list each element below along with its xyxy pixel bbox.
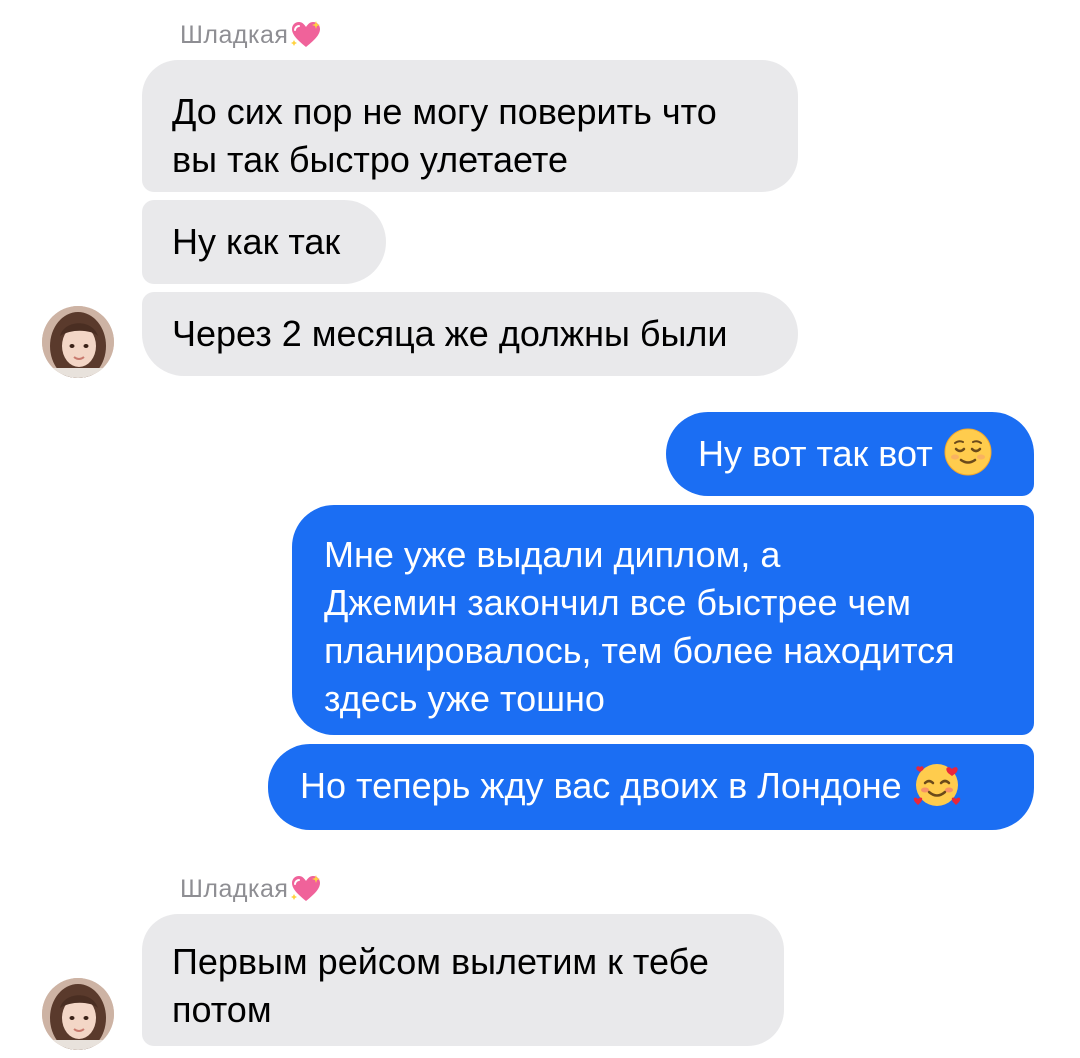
message-line: Первым рейсом вылетим к тебе [172,941,709,982]
message-bubble[interactable]: Первым рейсом вылетим к тебе потом [142,914,784,1046]
sender-name: Шладкая [180,874,322,904]
message-line: Через 2 месяца же должны были [172,313,728,354]
message-line: планировалось, тем более находится [324,630,955,671]
sparkling-heart-icon [291,875,321,901]
message-line: потом [172,989,272,1030]
message-bubble[interactable]: Через 2 месяца же должны были [142,292,798,376]
avatar-image [42,978,114,1050]
message-line: вы так быстро улетаете [172,139,568,180]
contact-avatar[interactable] [42,306,114,378]
sender-name: Шладкая [180,20,322,50]
message-bubble[interactable]: Ну вот так вот [666,412,1034,496]
message-bubble[interactable]: Но теперь жду вас двоих в Лондоне [268,744,1034,830]
message-bubble[interactable]: До сих пор не могу поверить что вы так б… [142,60,798,192]
sender-name-text: Шладкая [180,20,289,49]
message-line: До сих пор не могу поверить что [172,91,717,132]
message-line: Джемин закончил все быстрее чем [324,582,912,623]
relieved-face-emoji [944,428,992,476]
message-text: Ну вот так вот [698,433,933,474]
message-line: Мне уже выдали диплом, а [324,534,781,575]
sparkling-heart-icon [291,21,321,47]
avatar-image [42,306,114,378]
message-line: здесь уже тошно [324,678,605,719]
message-text: Но теперь жду вас двоих в Лондоне [300,765,902,806]
message-bubble[interactable]: Мне уже выдали диплом, а Джемин закончил… [292,505,1034,735]
smiling-face-with-hearts-emoji [913,764,960,807]
sender-name-text: Шладкая [180,874,289,903]
message-bubble[interactable]: Ну как так [142,200,386,284]
contact-avatar[interactable] [42,978,114,1050]
message-line: Ну как так [172,221,341,262]
